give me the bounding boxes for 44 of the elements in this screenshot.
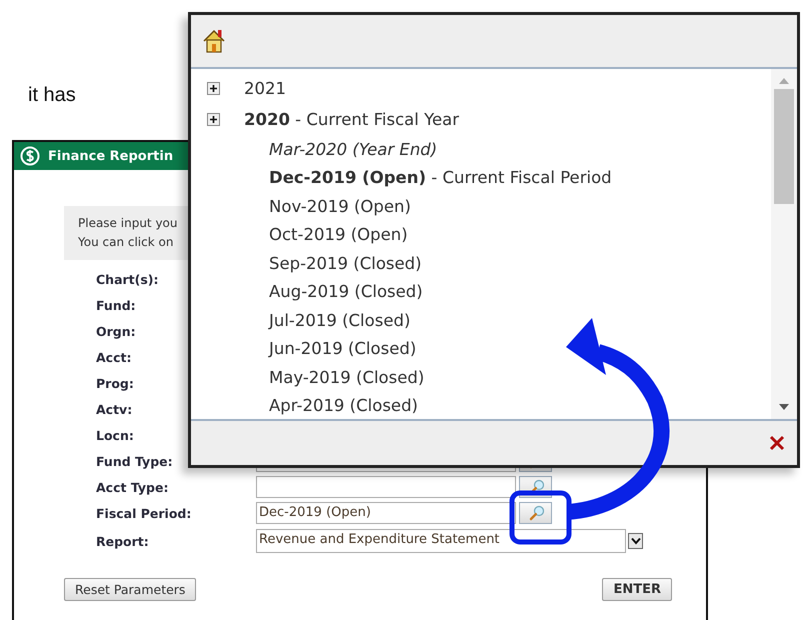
home-icon[interactable] [201,28,227,54]
close-icon[interactable] [769,435,785,451]
field-label: Acct Type: [95,480,170,494]
dropdown-arrow-button[interactable] [628,533,643,549]
scroll-thumb[interactable] [774,89,794,204]
search-icon [528,505,544,521]
window-title: Finance Reportin [48,148,174,164]
field-label: Fund Type: [95,454,174,468]
caption-text: it has [28,84,76,106]
text-field[interactable] [256,476,516,498]
tree-item[interactable]: Mar-2020 (Year End) [269,140,438,159]
field-label: Actv: [95,402,134,416]
expand-icon[interactable] [207,113,220,126]
field-label: Prog: [95,376,135,390]
field-label: Acct: [95,350,132,364]
tree-item[interactable]: Jun-2019 (Closed) [269,339,416,358]
field-label: Locn: [95,428,135,442]
tree-item[interactable]: May-2019 (Closed) [269,368,424,387]
scroll-down-icon[interactable] [778,403,790,411]
tree-item[interactable]: Aug-2019 (Closed) [269,282,423,302]
report-dropdown[interactable]: Revenue and Expenditure Statement [256,529,626,553]
scrollbar[interactable] [771,69,797,419]
enter-button[interactable]: ENTER [602,578,672,601]
tree-item[interactable]: Jul-2019 (Closed) [269,310,410,330]
tree-item[interactable]: Apr-2019 (Closed) [269,396,418,416]
expand-icon[interactable] [207,82,220,95]
field-label: Orgn: [95,324,137,338]
tree-item[interactable]: 2020 - Current Fiscal Year [244,110,460,129]
instruction-text: You can click on [78,234,174,251]
instruction-text: Please input you [78,215,178,232]
tree-item[interactable]: 2021 [244,79,286,98]
tree-item[interactable]: Oct-2019 (Open) [269,225,408,244]
text-field[interactable]: Dec-2019 (Open) [256,502,516,524]
highlight-frame [510,490,572,544]
tree-item[interactable]: Sep-2019 (Closed) [269,254,422,273]
tree-item[interactable]: Nov-2019 (Open) [269,196,411,216]
field-label: Chart(s): [95,272,160,286]
chevron-down-icon [630,537,640,545]
field-label: Fund: [95,298,137,312]
tree-item[interactable]: Dec-2019 (Open) - Current Fiscal Period [269,168,612,188]
field-label: Report: [95,534,150,548]
dollar-icon [20,146,40,166]
reset-button[interactable]: Reset Parameters [64,578,196,601]
field-label: Fiscal Period: [95,506,192,520]
